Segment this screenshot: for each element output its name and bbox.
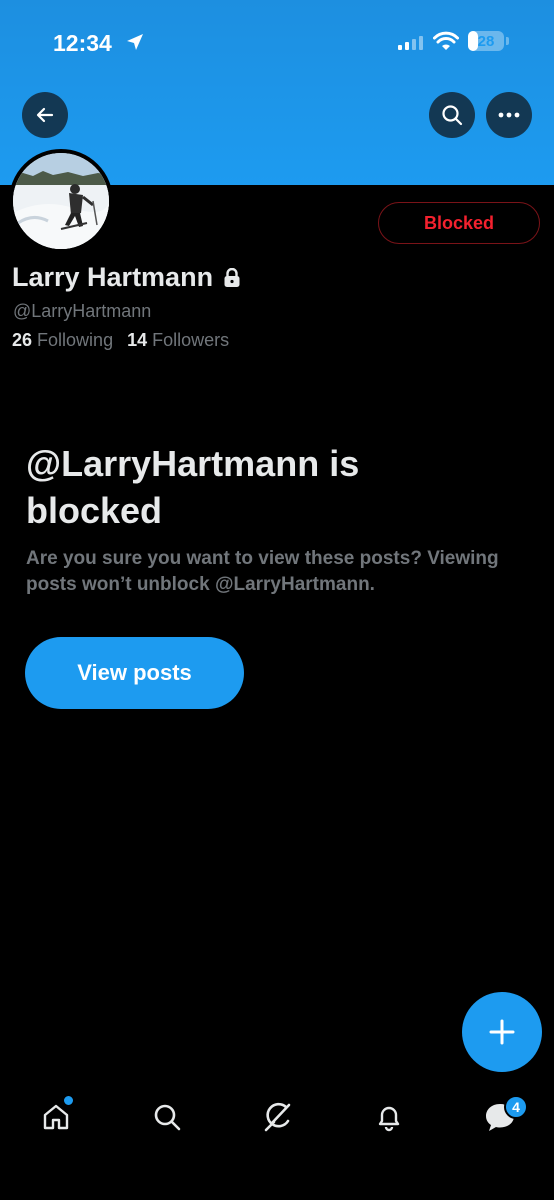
wifi-icon xyxy=(433,31,459,50)
view-posts-button[interactable]: View posts xyxy=(25,637,244,709)
profile-name-row: Larry Hartmann xyxy=(12,262,241,293)
battery-level: 28 xyxy=(477,32,495,50)
skier-photo xyxy=(13,153,109,249)
battery-icon: 28 xyxy=(468,31,504,51)
profile-stats: 26 Following 14 Followers xyxy=(12,330,229,351)
notifications-bell-icon xyxy=(378,1106,400,1132)
nav-notifications[interactable] xyxy=(369,1097,409,1137)
home-notification-dot xyxy=(62,1094,75,1107)
battery-cap xyxy=(506,37,509,45)
back-button[interactable] xyxy=(22,92,68,138)
profile-handle: @LarryHartmann xyxy=(13,301,152,321)
more-horizontal-icon xyxy=(498,112,520,118)
location-arrow-icon xyxy=(127,34,143,50)
blocked-title: @LarryHartmann is blocked xyxy=(26,443,360,531)
grok-icon xyxy=(264,1102,291,1132)
nav-grok[interactable] xyxy=(258,1097,298,1137)
cellular-signal-icon xyxy=(398,35,423,50)
search-icon xyxy=(154,1104,181,1131)
followers-count: 14 xyxy=(127,330,148,350)
following-label: Following xyxy=(37,330,114,350)
profile-name: Larry Hartmann xyxy=(12,262,214,292)
avatar[interactable] xyxy=(9,149,113,253)
messages-badge: 4 xyxy=(504,1095,528,1119)
followers-label: Followers xyxy=(152,330,230,350)
followers-link[interactable]: 14 Followers xyxy=(127,330,229,351)
more-button[interactable] xyxy=(486,92,532,138)
arrow-left-icon xyxy=(36,107,54,123)
following-count: 26 xyxy=(12,330,33,350)
search-icon xyxy=(442,105,463,126)
battery-fill xyxy=(468,31,479,51)
following-link[interactable]: 26 Following xyxy=(12,330,113,351)
plus-icon xyxy=(489,1019,515,1045)
blocked-subtitle: Are you sure you want to view these post… xyxy=(26,548,499,595)
compose-button[interactable] xyxy=(462,992,542,1072)
search-button[interactable] xyxy=(429,92,475,138)
lock-icon xyxy=(224,267,240,287)
status-time: 12:34 xyxy=(53,30,112,56)
nav-search[interactable] xyxy=(147,1097,187,1137)
blocked-button[interactable]: Blocked xyxy=(378,202,540,244)
